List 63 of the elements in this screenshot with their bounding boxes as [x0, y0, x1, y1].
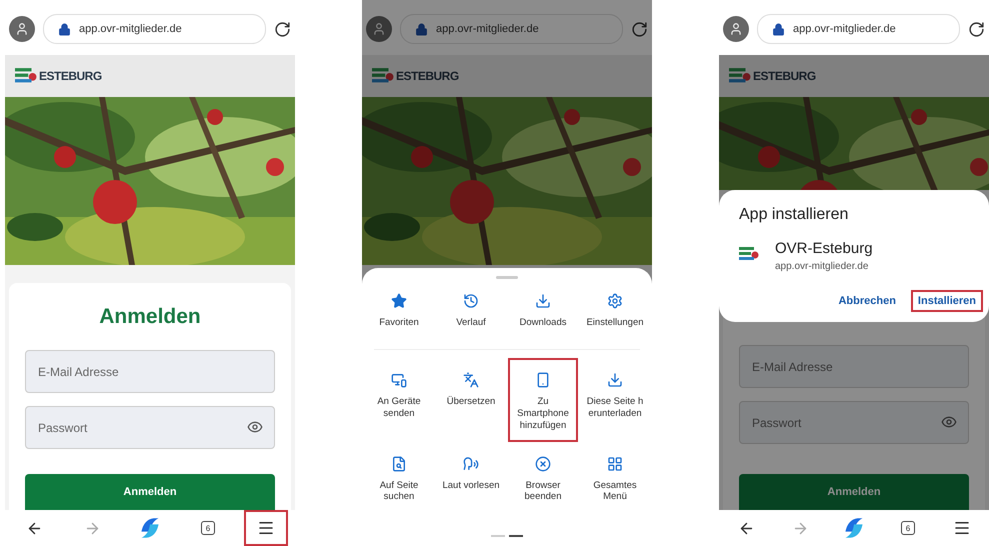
logo-icon — [739, 246, 759, 262]
email-field[interactable]: E-Mail Adresse — [739, 345, 969, 388]
menu-item[interactable]: Downloads — [508, 279, 578, 339]
app-name: OVR-Esteburg — [775, 240, 873, 257]
profile-avatar[interactable] — [9, 16, 35, 42]
dialog-title: App installieren — [739, 206, 850, 224]
menu-icon — [953, 519, 971, 537]
read-aloud-icon — [463, 456, 479, 472]
reload-icon[interactable] — [274, 20, 291, 38]
cancel-button[interactable]: Abbrechen — [831, 290, 903, 312]
reload-icon[interactable] — [631, 20, 648, 38]
brand-name: ESTEBURG — [396, 69, 459, 83]
tabs-button[interactable]: 6 — [186, 510, 230, 546]
assistant-logo-icon — [139, 517, 161, 539]
find-in-page-icon — [391, 456, 407, 472]
menu-item[interactable]: Favoriten — [364, 279, 434, 339]
eye-icon[interactable] — [941, 414, 957, 430]
password-field[interactable]: Passwort — [739, 401, 969, 444]
menu-item[interactable]: Laut vorlesen — [436, 442, 506, 514]
settings-icon — [607, 293, 623, 309]
login-title: Anmelden — [98, 305, 202, 329]
close-icon — [535, 456, 551, 472]
lock-icon — [772, 22, 785, 36]
profile-avatar[interactable] — [366, 16, 392, 42]
logo-icon — [15, 67, 37, 85]
lock-icon — [58, 22, 71, 36]
login-button[interactable]: Anmelden — [25, 474, 275, 510]
email-field[interactable]: E-Mail Adresse — [25, 350, 275, 393]
logo-icon — [729, 67, 751, 85]
menu-item[interactable]: Gesamtes Menü — [580, 442, 650, 514]
history-icon — [463, 293, 479, 309]
menu-item[interactable]: Diese Seite h erunterladen — [580, 358, 650, 442]
password-field[interactable]: Passwort — [25, 406, 275, 449]
menu-item[interactable]: An Geräte senden — [364, 358, 434, 442]
brand-name: ESTEBURG — [39, 69, 102, 83]
eye-icon[interactable] — [247, 419, 263, 435]
brand-name: ESTEBURG — [753, 69, 816, 83]
address-bar[interactable]: app.ovr-mitglieder.de — [757, 14, 960, 44]
menu-item[interactable]: Zu Smartphone hinzufügen — [508, 358, 578, 442]
star-icon — [391, 293, 407, 309]
devices-icon — [391, 372, 407, 388]
install-button[interactable]: Installieren — [910, 290, 983, 312]
assistant-logo-icon — [843, 517, 865, 539]
reload-icon[interactable] — [968, 20, 985, 38]
download-icon — [535, 293, 551, 309]
menu-icon — [257, 519, 275, 537]
logo-icon — [372, 67, 394, 85]
download-icon — [607, 372, 623, 388]
menu-button[interactable] — [244, 510, 288, 546]
menu-item[interactable]: Übersetzen — [436, 358, 506, 442]
menu-item[interactable]: Auf Seite suchen — [364, 442, 434, 514]
translate-icon — [463, 372, 479, 388]
grid-icon — [607, 456, 623, 472]
menu-item[interactable]: Verlauf — [436, 279, 506, 339]
menu-item[interactable]: Einstellungen — [580, 279, 650, 339]
lock-icon — [415, 22, 428, 36]
profile-avatar[interactable] — [723, 16, 749, 42]
address-bar[interactable]: app.ovr-mitglieder.de — [43, 14, 266, 44]
address-bar[interactable]: app.ovr-mitglieder.de — [400, 14, 623, 44]
smartphone-icon — [535, 372, 551, 388]
tabs-button[interactable]: 6 — [886, 510, 930, 546]
menu-item[interactable]: Browser beenden — [508, 442, 578, 514]
app-url: app.ovr-mitglieder.de — [775, 261, 870, 272]
